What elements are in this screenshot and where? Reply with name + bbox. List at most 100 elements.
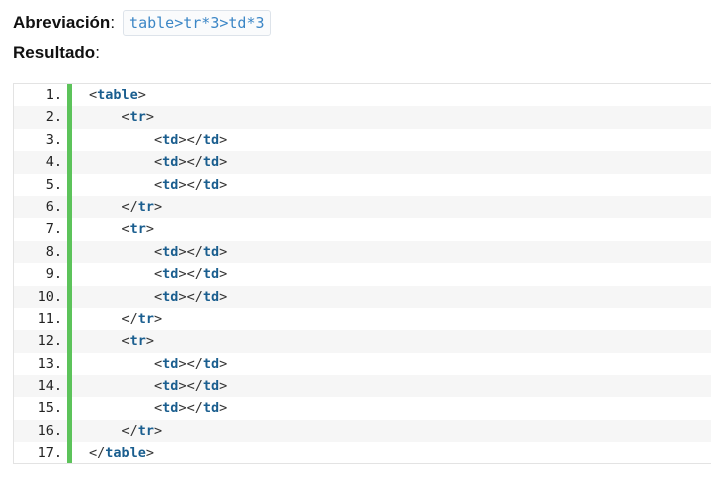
tag-name: table: [105, 445, 146, 462]
tag-name: tr: [129, 109, 146, 126]
code-text: <tr>: [89, 106, 155, 128]
line-number: 17.: [37, 445, 62, 462]
tag-name: td: [162, 131, 179, 148]
tag-name: td: [162, 355, 179, 372]
code-line: 17. </table>: [14, 442, 711, 464]
code-line: 15. <td></td>: [14, 397, 711, 419]
bracket: >: [178, 176, 187, 193]
bracket: >: [219, 378, 228, 395]
bracket: </: [121, 198, 138, 215]
tag-name: td: [162, 266, 179, 283]
code-text: </tr>: [89, 420, 163, 442]
bracket: </: [89, 445, 106, 462]
code-text: <td></td>: [89, 174, 227, 196]
bracket: >: [145, 445, 155, 462]
line-number: 2.: [45, 109, 62, 126]
bracket: >: [219, 288, 228, 305]
tag-name: td: [202, 400, 220, 417]
line-number: 4.: [45, 154, 62, 171]
gutter-bar: [67, 84, 72, 463]
tag-name: td: [202, 131, 220, 148]
bracket: >: [219, 176, 228, 193]
tag-name: td: [162, 176, 179, 193]
code-line: 4. <td></td>: [14, 151, 711, 174]
bracket: </: [186, 400, 203, 417]
bracket: >: [137, 87, 146, 103]
tag-name: tr: [129, 333, 146, 350]
code-line: 11. </tr>: [14, 308, 711, 330]
tag-name: td: [162, 243, 179, 260]
code-line: 6. </tr>: [14, 195, 711, 219]
tag-name: tr: [137, 310, 155, 327]
bracket: >: [178, 266, 187, 283]
tag-name: td: [162, 288, 179, 305]
code-text: </table>: [89, 442, 154, 464]
tag-name: td: [162, 400, 179, 417]
code-line: 16. </tr>: [14, 419, 711, 443]
bracket: <: [89, 87, 98, 103]
bracket: </: [186, 176, 203, 193]
line-number: 3.: [45, 131, 62, 148]
result-colon: :: [95, 43, 100, 62]
bracket: >: [178, 378, 187, 395]
line-number: 14.: [37, 378, 62, 395]
code-line: 10. <td></td>: [14, 285, 711, 308]
code-text: <table>: [89, 84, 146, 106]
code-text: <tr>: [89, 330, 155, 352]
bracket: >: [145, 221, 155, 238]
bracket: </: [186, 131, 203, 148]
tag-name: tr: [129, 221, 146, 238]
code-line: 13. <td></td>: [14, 353, 711, 375]
line-number: 1.: [45, 87, 62, 103]
code-text: <td></td>: [89, 129, 227, 151]
code-text: <td></td>: [89, 375, 227, 397]
line-number: 16.: [37, 422, 62, 439]
bracket: >: [219, 154, 228, 171]
bracket: >: [219, 400, 228, 417]
tag-name: td: [162, 154, 179, 171]
bracket: >: [145, 109, 155, 126]
line-number: 12.: [37, 333, 62, 350]
tag-name: td: [202, 355, 220, 372]
line-number: 11.: [37, 310, 62, 327]
line-number: 15.: [37, 400, 62, 417]
tag-name: td: [202, 243, 220, 260]
bracket: >: [178, 243, 187, 260]
code-text: </tr>: [89, 196, 163, 218]
code-line: 12. <tr>: [14, 330, 711, 353]
line-number: 9.: [45, 266, 62, 283]
bracket: </: [186, 266, 203, 283]
bracket: >: [178, 288, 187, 305]
bracket: </: [186, 243, 203, 260]
tag-name: tr: [137, 198, 155, 215]
code-line: 5. <td></td>: [14, 174, 711, 196]
bracket: >: [178, 355, 187, 372]
bracket: </: [121, 422, 138, 439]
tag-name: table: [97, 87, 138, 103]
bracket: </: [186, 154, 203, 171]
bracket: <: [154, 400, 163, 417]
code-text: <td></td>: [89, 151, 227, 173]
code-line: 8. <td></td>: [14, 240, 711, 264]
bracket: >: [219, 266, 228, 283]
bracket: >: [154, 422, 163, 439]
bracket: >: [219, 131, 228, 148]
line-number: 10.: [37, 288, 62, 305]
tag-name: td: [202, 266, 220, 283]
tag-name: td: [162, 378, 179, 395]
bracket: >: [178, 400, 187, 417]
bracket: <: [154, 266, 163, 283]
result-row: Resultado:: [13, 41, 100, 65]
bracket: <: [154, 288, 163, 305]
tag-name: td: [202, 378, 220, 395]
code-text: <td></td>: [89, 353, 227, 375]
bracket: >: [145, 333, 155, 350]
code-text: <td></td>: [89, 263, 227, 285]
code-lines: 1. <table> 2. <tr> 3. <td></td> 4. <td></td>…: [14, 84, 711, 465]
bracket: </: [186, 378, 203, 395]
code-text: <td></td>: [89, 286, 227, 308]
bracket: >: [154, 310, 163, 327]
bracket: >: [178, 154, 187, 171]
result-label: Resultado: [13, 43, 96, 62]
tag-name: td: [202, 176, 220, 193]
